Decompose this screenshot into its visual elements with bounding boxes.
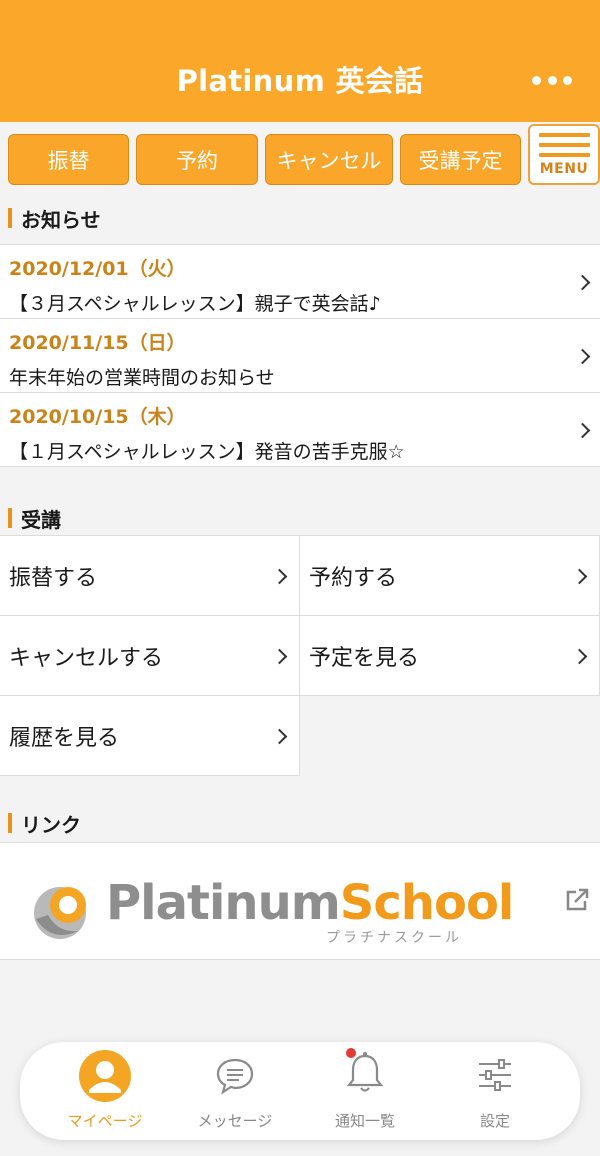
tab-settings[interactable]: 設定 — [430, 1042, 560, 1140]
section-title-news: お知らせ — [8, 206, 101, 232]
hamburger-icon — [539, 133, 590, 137]
quick-button-schedule[interactable]: 受講予定 — [400, 134, 521, 185]
message-icon — [216, 1058, 254, 1095]
quick-button-transfer[interactable]: 振替 — [8, 134, 129, 185]
news-title: 【３月スペシャルレッスン】親子で英会話♪ — [9, 293, 381, 315]
section-title-course: 受講 — [8, 506, 61, 532]
bottom-tab-bar: マイページ メッセージ 通知一覧 設定 — [20, 1042, 580, 1140]
course-item-label: 予定を見る — [309, 646, 420, 671]
chevron-right-icon — [574, 274, 591, 291]
news-item[interactable]: 2020/12/01（火） 【３月スペシャルレッスン】親子で英会話♪ — [0, 245, 600, 319]
user-icon — [79, 1050, 131, 1102]
chevron-right-icon — [571, 568, 588, 585]
tab-messages[interactable]: メッセージ — [170, 1042, 300, 1140]
more-dots-icon[interactable] — [532, 66, 572, 94]
quick-button-reserve[interactable]: 予約 — [136, 134, 258, 185]
news-date: 2020/11/15（日） — [9, 332, 186, 354]
news-title: 【１月スペシャルレッスン】発音の苦手克服☆ — [9, 441, 405, 463]
course-item-label: 履歴を見る — [9, 726, 120, 751]
section-title-links: リンク — [8, 811, 81, 837]
platinum-school-wordmark: PlatinumSchool — [106, 875, 514, 931]
course-item-reserve[interactable]: 予約する — [300, 536, 600, 616]
course-item-schedule[interactable]: 予定を見る — [300, 616, 600, 696]
course-item-transfer[interactable]: 振替する — [0, 536, 300, 616]
news-list: 2020/12/01（火） 【３月スペシャルレッスン】親子で英会話♪ 2020/… — [0, 244, 600, 467]
sliders-icon — [479, 1059, 511, 1091]
quick-action-bar: 振替 予約 キャンセル 受講予定 MENU — [0, 122, 600, 192]
tab-label: メッセージ — [197, 1112, 273, 1130]
menu-label: MENU — [539, 161, 589, 177]
notification-badge — [346, 1048, 356, 1058]
tab-label: 通知一覧 — [334, 1112, 395, 1130]
news-item[interactable]: 2020/10/15（木） 【１月スペシャルレッスン】発音の苦手克服☆ — [0, 393, 600, 467]
tab-label: 設定 — [479, 1112, 510, 1130]
bell-icon — [346, 1048, 384, 1092]
course-item-label: キャンセルする — [9, 646, 164, 671]
news-date: 2020/12/01（火） — [9, 258, 186, 280]
course-item-label: 振替する — [9, 566, 98, 591]
external-link-icon — [566, 888, 589, 911]
chevron-right-icon — [271, 648, 288, 665]
chevron-right-icon — [271, 568, 288, 585]
tab-label: マイページ — [67, 1112, 143, 1130]
chevron-right-icon — [271, 728, 288, 745]
app-header: Platinum 英会話 — [0, 0, 600, 122]
course-item-cancel[interactable]: キャンセルする — [0, 616, 300, 696]
chevron-right-icon — [571, 648, 588, 665]
course-item-history[interactable]: 履歴を見る — [0, 696, 300, 776]
quick-button-cancel[interactable]: キャンセル — [265, 134, 393, 185]
news-item[interactable]: 2020/11/15（日） 年末年始の営業時間のお知らせ — [0, 319, 600, 393]
menu-button[interactable]: MENU — [528, 124, 600, 185]
platinum-school-kana: プラチナスクール — [326, 930, 462, 946]
news-title: 年末年始の営業時間のお知らせ — [9, 367, 275, 389]
news-date: 2020/10/15（木） — [9, 406, 186, 428]
tab-mypage[interactable]: マイページ — [40, 1042, 170, 1140]
chevron-right-icon — [574, 422, 591, 439]
platinum-school-emblem-icon — [34, 887, 86, 939]
tab-notifications[interactable]: 通知一覧 — [300, 1042, 430, 1140]
chevron-right-icon — [574, 348, 591, 365]
app-title: Platinum 英会話 — [176, 64, 424, 98]
platinum-school-logo: PlatinumSchool プラチナスクール — [30, 873, 514, 946]
course-item-label: 予約する — [309, 566, 398, 591]
platinum-school-link[interactable]: PlatinumSchool プラチナスクール — [0, 842, 600, 960]
